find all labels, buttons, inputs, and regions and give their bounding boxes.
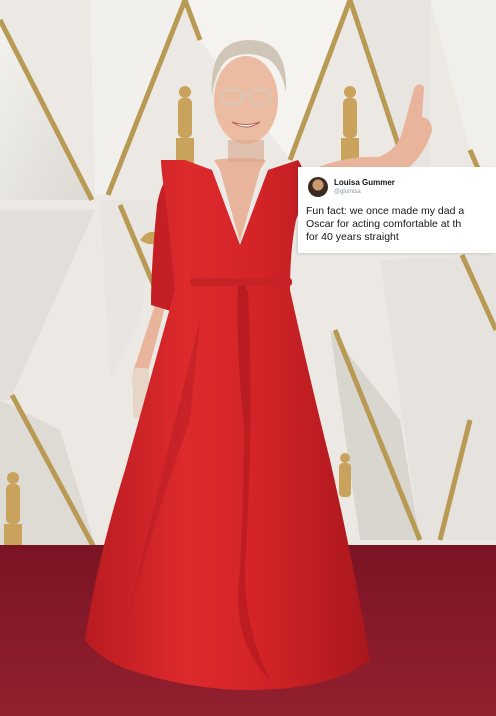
- tweet-card: Louisa Gummer @glumisa Fun fact: we once…: [298, 167, 496, 253]
- tweet-line: Fun fact: we once made my dad a: [306, 205, 465, 217]
- tweet-display-name: Louisa Gummer: [334, 178, 395, 187]
- face: [214, 56, 278, 144]
- dress-belt: [190, 278, 292, 286]
- tweet-line: for 40 years straight: [306, 231, 399, 243]
- tweet-text: Fun fact: we once made my dad a Oscar fo…: [306, 205, 496, 244]
- tweet-handle: @glumisa: [334, 189, 361, 195]
- gold-statuette-far-right: [339, 453, 351, 497]
- red-carpet-photo: [0, 0, 496, 716]
- necklace-shadow: [228, 140, 264, 162]
- tweet-line: Oscar for acting comfortable at th: [306, 218, 462, 230]
- avatar: [308, 177, 328, 197]
